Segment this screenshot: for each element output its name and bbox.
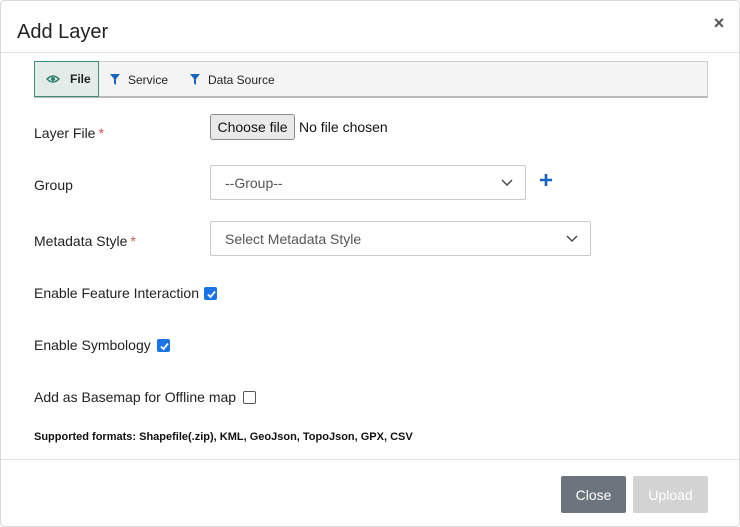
group-select[interactable]: --Group-- — [210, 165, 526, 200]
file-status-text: No file chosen — [299, 119, 388, 135]
dialog-footer: Close Upload — [1, 459, 739, 526]
choose-file-button[interactable]: Choose file — [210, 114, 295, 140]
basemap-offline-label: Add as Basemap for Offline map — [34, 389, 237, 405]
metadata-style-select-value: Select Metadata Style — [225, 230, 362, 247]
enable-symbology-checkbox[interactable] — [157, 339, 170, 352]
upload-button[interactable]: Upload — [633, 476, 708, 513]
filter-icon — [110, 74, 120, 85]
tab-file-label: File — [70, 72, 91, 86]
metadata-style-select[interactable]: Select Metadata Style — [210, 221, 591, 256]
required-mark: * — [130, 233, 136, 249]
basemap-offline-checkbox[interactable] — [243, 391, 256, 404]
supported-formats-note: Supported formats: Shapefile(.zip), KML,… — [34, 431, 413, 443]
tab-service[interactable]: Service — [110, 62, 168, 97]
metadata-style-label-text: Metadata Style — [34, 233, 128, 249]
close-button[interactable]: Close — [561, 476, 626, 513]
metadata-style-label: Metadata Style * — [34, 233, 136, 249]
tab-data-source[interactable]: Data Source — [190, 62, 275, 97]
close-icon[interactable]: × — [711, 14, 727, 32]
chevron-down-icon — [566, 235, 578, 242]
tab-file[interactable]: File — [34, 61, 99, 97]
chevron-down-icon — [501, 179, 513, 186]
layer-file-label-text: Layer File — [34, 125, 96, 141]
layer-file-label: Layer File * — [34, 125, 104, 141]
enable-feature-interaction-checkbox[interactable] — [204, 287, 217, 300]
add-group-icon[interactable] — [539, 173, 553, 187]
enable-symbology-label: Enable Symbology — [34, 337, 151, 353]
filter-icon — [190, 74, 200, 85]
layer-source-tabs: File Service Data Source — [34, 61, 708, 98]
group-select-value: --Group-- — [225, 174, 283, 191]
dialog-header: Add Layer × — [1, 1, 739, 53]
required-mark: * — [98, 125, 104, 141]
enable-feature-interaction-label: Enable Feature Interaction — [34, 285, 199, 301]
tab-data-source-label: Data Source — [208, 72, 275, 87]
dialog-title: Add Layer — [17, 21, 109, 43]
check-icon — [207, 290, 216, 299]
check-icon — [160, 342, 169, 351]
eye-icon — [46, 74, 60, 84]
group-label: Group — [34, 177, 73, 193]
tab-service-label: Service — [128, 72, 169, 87]
add-layer-dialog: Add Layer × File Service Data Source Lay… — [0, 0, 740, 527]
